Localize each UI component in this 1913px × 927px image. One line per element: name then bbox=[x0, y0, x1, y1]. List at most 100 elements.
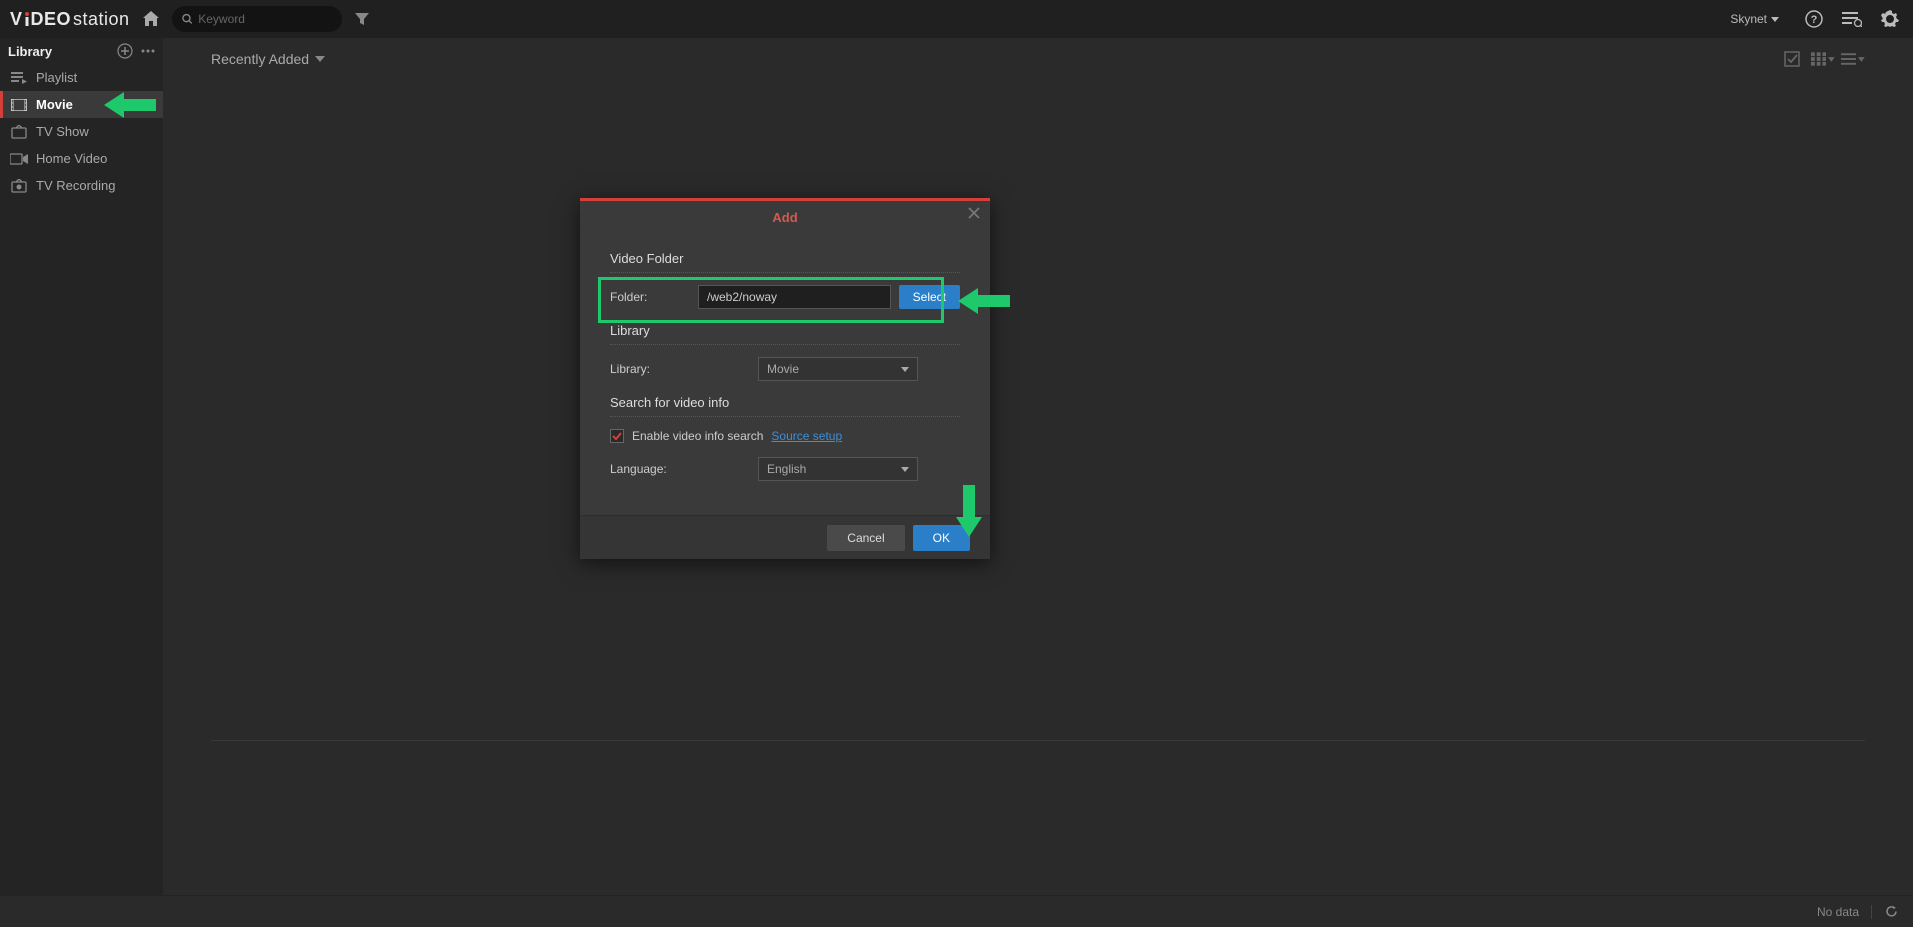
sidebar-item-homevideo[interactable]: Home Video bbox=[0, 145, 163, 172]
language-label: Language: bbox=[610, 462, 750, 476]
refresh-icon bbox=[1884, 904, 1899, 919]
modal-close-button[interactable] bbox=[968, 207, 980, 219]
search-icon bbox=[182, 13, 193, 25]
view-toolbar bbox=[1781, 49, 1865, 69]
check-icon bbox=[612, 432, 622, 440]
list-view-button[interactable] bbox=[1841, 49, 1865, 69]
language-select[interactable]: English bbox=[758, 457, 918, 481]
sort-label: Recently Added bbox=[211, 51, 309, 67]
language-row: Language: English bbox=[610, 457, 960, 481]
enable-search-row: Enable video info search Source setup bbox=[610, 429, 960, 443]
grid-view-button[interactable] bbox=[1811, 49, 1835, 69]
library-row: Library: Movie bbox=[610, 357, 960, 381]
tvrecording-icon bbox=[10, 179, 28, 193]
help-button[interactable]: ? bbox=[1801, 6, 1827, 32]
sidebar-header: Library bbox=[0, 38, 163, 64]
annotation-arrow-select bbox=[958, 288, 1010, 314]
app-logo: V DEO station bbox=[10, 9, 130, 30]
movie-icon bbox=[10, 98, 28, 112]
home-icon bbox=[142, 11, 160, 27]
sidebar-item-label: Playlist bbox=[36, 70, 77, 85]
queue-button[interactable] bbox=[1839, 6, 1865, 32]
section-rule bbox=[610, 272, 960, 273]
section-title-search: Search for video info bbox=[610, 395, 960, 410]
modal-title-bar: Add bbox=[580, 201, 990, 233]
plus-circle-icon bbox=[117, 43, 133, 59]
sidebar-item-label: TV Recording bbox=[36, 178, 115, 193]
homevideo-icon bbox=[10, 152, 28, 166]
sidebar-item-tvrecording[interactable]: TV Recording bbox=[0, 172, 163, 199]
search-field[interactable] bbox=[172, 6, 342, 32]
user-menu[interactable]: Skynet bbox=[1730, 12, 1779, 26]
playlist-icon bbox=[10, 71, 28, 85]
tvshow-icon bbox=[10, 125, 28, 139]
section-title-video-folder: Video Folder bbox=[610, 251, 960, 266]
folder-input[interactable] bbox=[698, 285, 891, 309]
list-icon bbox=[1841, 53, 1856, 65]
sidebar-item-playlist[interactable]: Playlist bbox=[0, 64, 163, 91]
language-select-value: English bbox=[767, 462, 806, 476]
folder-row: Folder: Select bbox=[610, 285, 960, 309]
search-input[interactable] bbox=[198, 12, 331, 26]
logo-station: station bbox=[73, 9, 130, 30]
chevron-down-icon bbox=[315, 56, 325, 62]
sidebar-title: Library bbox=[8, 44, 52, 59]
logo-v: V bbox=[10, 9, 23, 30]
content-header: Recently Added bbox=[163, 38, 1913, 80]
content-divider bbox=[211, 740, 1865, 741]
sidebar-item-label: TV Show bbox=[36, 124, 89, 139]
svg-text:?: ? bbox=[1811, 14, 1818, 26]
home-button[interactable] bbox=[138, 6, 164, 32]
main-content: Recently Added bbox=[163, 38, 1913, 895]
status-text: No data bbox=[1817, 905, 1859, 919]
chevron-down-icon bbox=[1771, 17, 1779, 22]
sidebar-item-label: Home Video bbox=[36, 151, 107, 166]
source-setup-link[interactable]: Source setup bbox=[771, 429, 842, 443]
section-rule bbox=[610, 344, 960, 345]
modal-title: Add bbox=[772, 210, 797, 225]
select-folder-button[interactable]: Select bbox=[899, 285, 960, 309]
sidebar: Library Playlist Movie TV Show Home bbox=[0, 38, 163, 895]
add-folder-modal: Add Video Folder Folder: Select Library … bbox=[580, 198, 990, 559]
checkbox-icon bbox=[1784, 51, 1802, 67]
settings-button[interactable] bbox=[1877, 6, 1903, 32]
sidebar-item-label: Movie bbox=[36, 97, 73, 112]
library-select[interactable]: Movie bbox=[758, 357, 918, 381]
queue-icon bbox=[1842, 11, 1862, 27]
refresh-button[interactable] bbox=[1884, 904, 1899, 919]
grid-icon bbox=[1811, 52, 1826, 66]
enable-search-label: Enable video info search bbox=[632, 429, 763, 443]
help-icon: ? bbox=[1805, 10, 1823, 28]
logo-deo: DEO bbox=[31, 9, 72, 30]
modal-body: Video Folder Folder: Select Library Libr… bbox=[580, 233, 990, 515]
chevron-down-icon bbox=[901, 467, 909, 472]
sidebar-item-tvshow[interactable]: TV Show bbox=[0, 118, 163, 145]
section-title-library: Library bbox=[610, 323, 960, 338]
filter-icon bbox=[355, 13, 369, 25]
chevron-down-icon bbox=[1858, 57, 1865, 62]
user-name: Skynet bbox=[1730, 12, 1767, 26]
gear-icon bbox=[1881, 10, 1899, 28]
library-label: Library: bbox=[610, 362, 750, 376]
ellipsis-icon bbox=[141, 49, 155, 53]
chevron-down-icon bbox=[1828, 57, 1835, 62]
top-bar: V DEO station Skynet ? bbox=[0, 0, 1913, 38]
section-rule bbox=[610, 416, 960, 417]
footer-divider bbox=[1871, 905, 1872, 919]
add-library-button[interactable] bbox=[117, 43, 133, 59]
filter-button[interactable] bbox=[350, 7, 374, 31]
status-bar: No data bbox=[0, 895, 1913, 927]
sort-dropdown[interactable]: Recently Added bbox=[211, 51, 325, 67]
select-mode-button[interactable] bbox=[1781, 49, 1805, 69]
chevron-down-icon bbox=[901, 367, 909, 372]
annotation-arrow-ok bbox=[956, 485, 982, 537]
modal-footer: Cancel OK bbox=[580, 515, 990, 559]
more-library-button[interactable] bbox=[141, 49, 155, 53]
logo-i-icon bbox=[25, 12, 29, 26]
folder-label: Folder: bbox=[610, 290, 690, 304]
library-select-value: Movie bbox=[767, 362, 799, 376]
annotation-arrow-sidebar bbox=[104, 92, 156, 118]
close-icon bbox=[968, 207, 980, 219]
enable-search-checkbox[interactable] bbox=[610, 429, 624, 443]
cancel-button[interactable]: Cancel bbox=[827, 525, 904, 551]
